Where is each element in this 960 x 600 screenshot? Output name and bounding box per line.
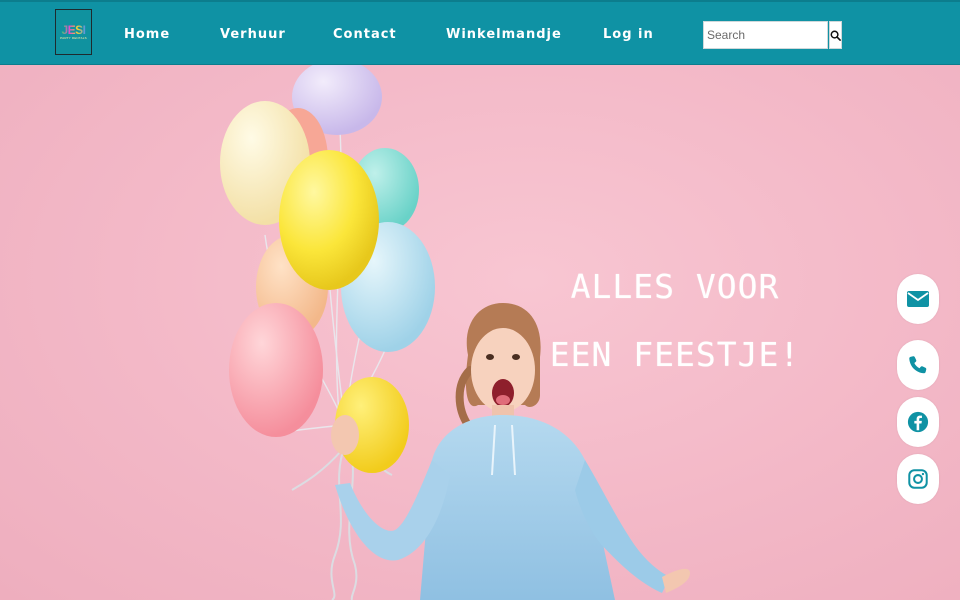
instagram-icon bbox=[908, 469, 928, 489]
nav-link-winkelmandje[interactable]: Winkelmandje bbox=[446, 27, 562, 45]
facebook-icon bbox=[907, 411, 929, 433]
logo-tagline: PARTY RENTALS bbox=[60, 36, 87, 40]
hero-headline-line2: EEN FEESTJE! bbox=[549, 335, 801, 374]
social-email-button[interactable] bbox=[897, 274, 939, 324]
social-instagram-button[interactable] bbox=[897, 454, 939, 504]
site-logo[interactable]: JESI PARTY RENTALS bbox=[55, 9, 92, 55]
hero-headline-line1: ALLES VOOR bbox=[570, 267, 780, 306]
social-phone-button[interactable] bbox=[897, 340, 939, 390]
hero-photo bbox=[220, 65, 690, 600]
envelope-icon bbox=[907, 291, 929, 307]
top-navbar: JESI PARTY RENTALS Home Verhuur Contact … bbox=[0, 0, 960, 65]
search-button[interactable] bbox=[829, 21, 842, 49]
nav-link-contact[interactable]: Contact bbox=[333, 27, 397, 45]
hero-banner: ALLES VOOR EEN FEESTJE! bbox=[0, 65, 960, 600]
phone-icon bbox=[909, 356, 927, 374]
nav-link-verhuur[interactable]: Verhuur bbox=[220, 27, 286, 45]
search-input[interactable] bbox=[703, 21, 828, 49]
nav-link-login[interactable]: Log in bbox=[603, 27, 654, 45]
logo-wordmark: JESI bbox=[61, 23, 86, 37]
social-facebook-button[interactable] bbox=[897, 397, 939, 447]
search-icon bbox=[830, 30, 841, 41]
nav-link-home[interactable]: Home bbox=[124, 27, 170, 45]
